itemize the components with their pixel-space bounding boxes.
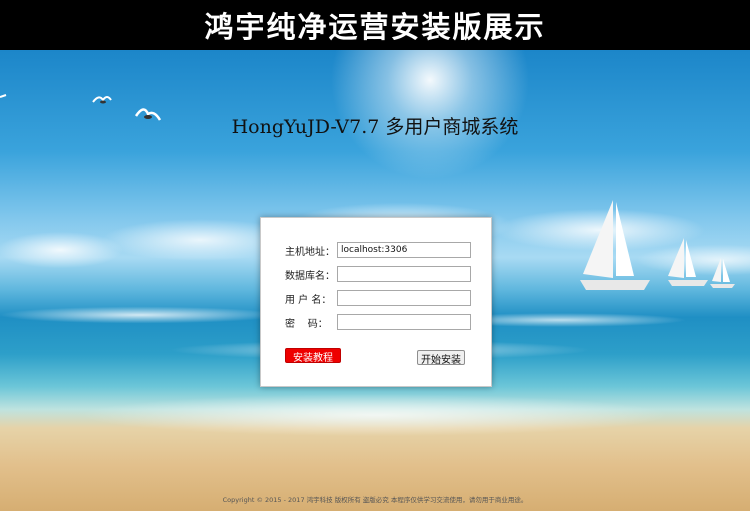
password-label: 密 码： xyxy=(285,318,328,330)
top-banner: 鸿宇纯净运营安装版展示 xyxy=(0,0,750,50)
sailboat-icon xyxy=(580,200,650,290)
install-form: 主机地址： 数据库名： 用 户 名： 密 码： 安装教程 开始安装 xyxy=(260,217,492,387)
start-install-button[interactable]: 开始安装 xyxy=(417,350,465,366)
install-tutorial-button[interactable]: 安装教程 xyxy=(285,348,341,364)
system-title: HongYuJD-V7.7 多用户商城系统 xyxy=(231,116,519,138)
database-input[interactable] xyxy=(337,266,471,282)
password-row: 密 码： xyxy=(285,314,471,330)
copyright-footer: Copyright © 2015 - 2017 鸿宇科技 版权所有 盗版必究 本… xyxy=(222,496,528,504)
database-row: 数据库名： xyxy=(285,266,471,282)
username-label: 用 户 名： xyxy=(285,294,332,306)
username-input[interactable] xyxy=(337,290,471,306)
username-row: 用 户 名： xyxy=(285,290,471,306)
sailboat-icon xyxy=(668,238,708,286)
banner-title: 鸿宇纯净运营安装版展示 xyxy=(204,10,546,44)
host-row: 主机地址： xyxy=(285,242,471,258)
beach-background: HongYuJD-V7.7 多用户商城系统 主机地址： 数据库名： 用 户 名：… xyxy=(0,50,750,511)
host-label: 主机地址： xyxy=(285,246,335,258)
sailboat-icon xyxy=(710,258,735,288)
host-input[interactable] xyxy=(337,242,471,258)
password-input[interactable] xyxy=(337,314,471,330)
database-label: 数据库名： xyxy=(285,270,335,282)
